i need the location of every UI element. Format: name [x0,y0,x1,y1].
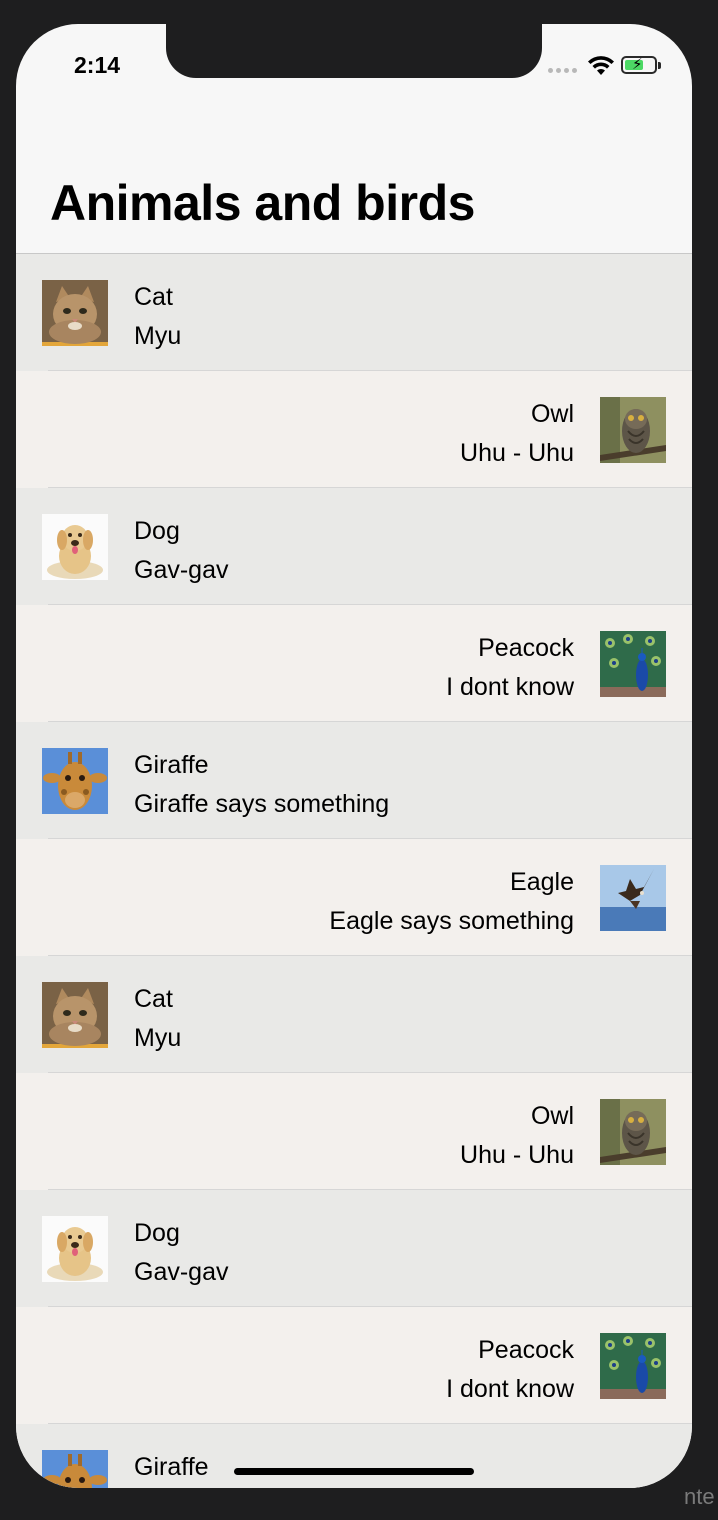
animal-name: Cat [134,985,173,1013]
battery-charging-icon: ⚡ [621,56,661,74]
table-row[interactable]: Owl Uhu - Uhu [16,371,692,488]
page-title: Animals and birds [50,175,475,231]
animal-name: Peacock [478,634,574,662]
animal-name: Giraffe [134,1453,209,1481]
table-row[interactable]: Giraffe Giraffe says something [16,722,692,839]
giraffe-thumbnail [42,1450,108,1488]
owl-thumbnail [600,1099,666,1165]
animal-name: Dog [134,1219,180,1247]
row-texts: Giraffe [134,1448,209,1487]
animal-name: Peacock [478,1336,574,1364]
table-row[interactable]: Cat Myu [16,956,692,1073]
animal-name: Dog [134,517,180,545]
table-row[interactable]: Cat Myu [16,254,692,371]
cat-thumbnail [42,982,108,1048]
animal-name: Giraffe [134,751,209,779]
row-texts: Dog Gav-gav [134,512,228,590]
table-row[interactable]: Owl Uhu - Uhu [16,1073,692,1190]
table-row[interactable]: Dog Gav-gav [16,488,692,605]
peacock-thumbnail [600,1333,666,1399]
animal-sound: Gav-gav [134,1258,229,1286]
cat-thumbnail [42,280,108,346]
peacock-thumbnail [600,631,666,697]
animal-name: Owl [530,1102,574,1130]
table-row[interactable]: Giraffe [16,1424,692,1488]
animal-sound: I dont know [446,1375,574,1403]
home-indicator[interactable] [234,1468,474,1475]
wifi-icon [586,55,616,82]
phone-screen: 2:14 ⚡ Animals and birds Cat Myu Owl Uhu… [16,24,692,1488]
table-row[interactable]: Peacock I dont know [16,1307,692,1424]
table-row[interactable]: Dog Gav-gav [16,1190,692,1307]
device-frame: 2:14 ⚡ Animals and birds Cat Myu Owl Uhu… [0,0,718,1520]
animal-sound: Myu [134,1024,182,1052]
animals-table[interactable]: Cat Myu Owl Uhu - Uhu Dog Gav-gav Peacoc… [16,254,692,1488]
giraffe-thumbnail [42,748,108,814]
animal-name: Eagle [510,868,574,896]
animal-sound: Myu [134,322,182,350]
status-time: 2:14 [74,52,121,78]
notch [166,24,542,78]
background-window-text: nte [684,1484,715,1509]
row-texts: Owl Uhu - Uhu [460,1097,574,1175]
row-texts: Cat Myu [134,278,181,356]
animal-sound: I dont know [446,673,574,701]
table-row[interactable]: Peacock I dont know [16,605,692,722]
cellular-signal-icon [548,68,577,73]
animal-name: Owl [530,400,574,428]
animal-sound: Eagle says something [329,907,574,935]
animal-sound: Uhu - Uhu [460,439,574,467]
animal-sound: Gav-gav [134,556,229,584]
animal-sound: Uhu - Uhu [460,1141,574,1169]
eagle-thumbnail [600,865,666,931]
row-texts: Cat Myu [134,980,181,1058]
row-texts: Peacock I dont know [446,1331,574,1409]
row-texts: Giraffe Giraffe says something [134,746,389,824]
animal-sound: Giraffe says something [134,790,390,818]
row-texts: Eagle Eagle says something [329,863,574,941]
owl-thumbnail [600,397,666,463]
animal-name: Cat [134,283,173,311]
dog-thumbnail [42,514,108,580]
table-row[interactable]: Eagle Eagle says something [16,839,692,956]
dog-thumbnail [42,1216,108,1282]
row-texts: Owl Uhu - Uhu [460,395,574,473]
row-texts: Dog Gav-gav [134,1214,228,1292]
row-texts: Peacock I dont know [446,629,574,707]
